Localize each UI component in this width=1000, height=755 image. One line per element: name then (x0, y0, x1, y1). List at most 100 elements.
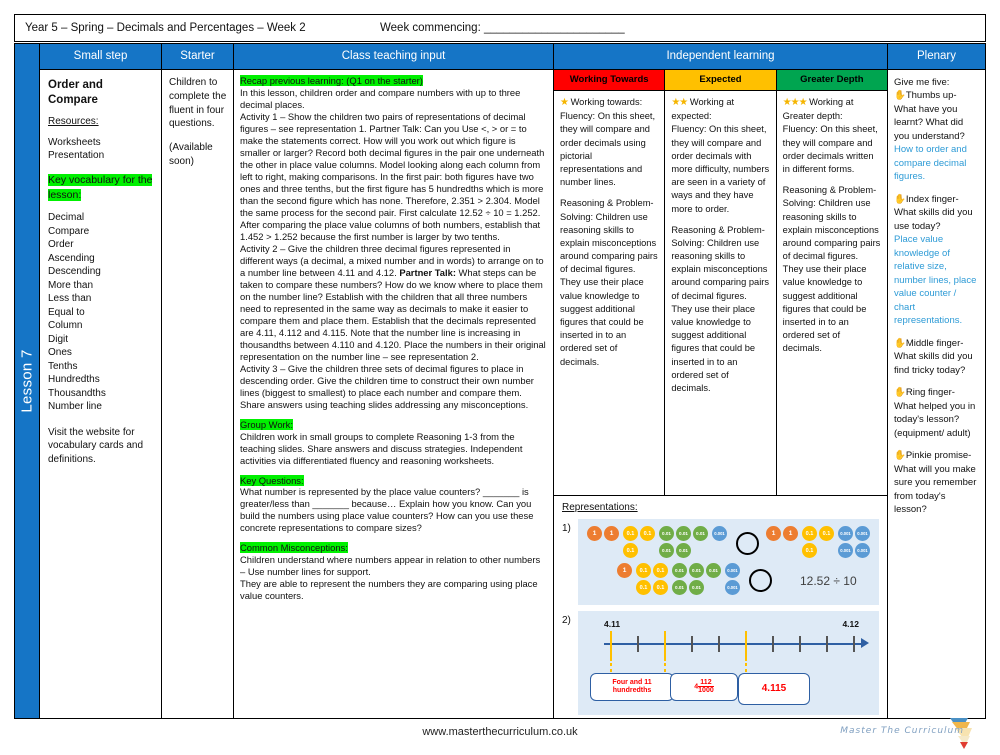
star-rating-icon: ★ (560, 97, 569, 108)
activity-2: Activity 2 – Give the children three dec… (240, 242, 546, 362)
document-header: Year 5 – Spring – Decimals and Percentag… (14, 14, 986, 42)
counter-one: 1 (766, 526, 781, 541)
counter-thousandth: 0.001 (855, 543, 870, 558)
band-header-greater-depth: Greater Depth (775, 70, 887, 90)
resources-heading: Resources: (48, 116, 99, 128)
counter-thousandth: 0.001 (838, 526, 853, 541)
plenary-question: What helped you in today's lesson? (equi… (894, 400, 976, 439)
plenary-finger-label: Middle finger- (905, 337, 964, 349)
plenary-item-thumbs-up: ✋Thumbs up- What have you learnt? What d… (894, 89, 980, 183)
column-independent-learning: Independent learning Working Towards Exp… (553, 44, 887, 718)
counter-one: 1 (783, 526, 798, 541)
counter-thousandth: 0.001 (838, 543, 853, 558)
counter-hundredth: 0.01 (676, 526, 691, 541)
plenary-question: What skills did you use today? (894, 207, 973, 232)
vocabulary-note: Visit the website for vocabulary cards a… (48, 426, 144, 465)
band-reasoning: Reasoning & Problem-Solving: Children us… (671, 224, 769, 393)
vocabulary-item: Number line (48, 401, 102, 413)
counter-group-left-2: 1 0.1 0.1 0.1 0.1 0.01 0.01 0.01 0.01 0.… (616, 562, 743, 596)
number-line-tick (637, 636, 639, 652)
vocabulary-item: Equal to (48, 306, 85, 318)
activity-1: Activity 1 – Show the children two pairs… (240, 110, 545, 242)
band-reasoning: Reasoning & Problem-Solving: Children us… (560, 198, 658, 367)
plenary-item-index-finger: ✋Index finger- What skills did you use t… (894, 193, 980, 328)
counter-group-right-1: 1 1 0.1 0.1 0.1 0.001 0.001 0.001 0.001 (765, 525, 873, 559)
counter-tenth: 0.1 (802, 543, 817, 558)
number-line-tick (853, 636, 855, 652)
plenary-question: What have you learnt? What did you under… (894, 103, 965, 142)
place-value-counters-diagram: 1 1 0.1 0.1 0.1 0.01 0.01 0.01 0.01 0.01… (578, 519, 879, 605)
number-line-arrow-icon (861, 638, 869, 648)
vocabulary-item: Descending (48, 266, 101, 278)
number-line-card-words[interactable]: Four and 11 hundredths (590, 673, 674, 702)
counter-tenth: 0.1 (623, 526, 638, 541)
band-content-expected: ★★ Working at expected: Fluency: On this… (664, 91, 775, 495)
number-line-connector (664, 657, 666, 673)
vocabulary-item: Less than (48, 293, 92, 305)
column-small-step: Small step Order and Compare Resources: … (39, 44, 161, 718)
small-step-title: Order and Compare (48, 79, 103, 106)
number-line-card-decimal[interactable]: 4.115 (738, 673, 810, 705)
counter-hundredth: 0.01 (689, 563, 704, 578)
comparison-circle-2[interactable] (749, 568, 772, 592)
band-fluency: Fluency: On this sheet, they will compar… (671, 124, 770, 214)
plenary-intro: Give me five: (894, 77, 950, 88)
group-work-text: Children work in small groups to complet… (240, 430, 523, 466)
group-work-heading: Group Work: (240, 418, 293, 430)
counter-hundredth: 0.01 (689, 580, 704, 595)
teaching-input-body: Recap previous learning: (Q1 on the star… (234, 70, 553, 718)
number-line-end-label: 4.12 (842, 619, 859, 629)
vocabulary-item: Order (48, 239, 74, 251)
resource-item: Presentation (48, 150, 105, 162)
number-line-tick (718, 636, 720, 652)
comparison-circle-1[interactable] (736, 531, 759, 555)
band-heading: Working towards: (570, 97, 643, 107)
division-expression: 12.52 ÷ 10 (800, 574, 857, 588)
column-header-independent-learning: Independent learning (554, 44, 887, 70)
counter-one: 1 (604, 526, 619, 541)
counter-tenth: 0.1 (653, 563, 668, 578)
brand-logo: Master The Curriculum (800, 716, 990, 750)
vocabulary-item: Ascending (48, 252, 95, 264)
column-header-teaching-input: Class teaching input (234, 44, 553, 70)
header-title: Year 5 – Spring – Decimals and Percentag… (25, 22, 306, 34)
star-rating-icon: ★★ (671, 97, 688, 108)
small-step-body: Order and Compare Resources: Worksheets … (40, 70, 161, 718)
star-rating-icon: ★★★ (782, 97, 808, 108)
band-reasoning: Reasoning & Problem-Solving: Children us… (782, 185, 881, 354)
counter-thousandth: 0.001 (855, 526, 870, 541)
key-questions-text: What number is represented by the place … (240, 486, 534, 534)
column-header-starter: Starter (162, 44, 233, 70)
vocabulary-item: Compare (48, 225, 90, 237)
counter-thousandth: 0.001 (712, 526, 727, 541)
plenary-question: What skills did you find tricky today? (894, 351, 973, 376)
number-line-tick (799, 636, 801, 652)
plenary-item-ring-finger: ✋Ring finger- What helped you in today's… (894, 386, 980, 440)
number-line-diagram: 4.11 4.12 Four and 11 hundredths 4 112 1… (578, 611, 879, 715)
counter-tenth: 0.1 (819, 526, 834, 541)
plenary-question: What will you make sure you remember fro… (894, 463, 977, 516)
misconceptions-heading: Common Misconceptions: (240, 542, 348, 554)
vocabulary-list: Decimal Compare Order Ascending Descendi… (48, 211, 155, 414)
counter-hundredth: 0.01 (676, 543, 691, 558)
number-line-card-fraction[interactable]: 4 112 1000 (670, 673, 738, 701)
number-line-connector (745, 657, 747, 673)
key-vocabulary-heading: Key vocabulary for the lesson: (48, 173, 153, 202)
counter-hundredth: 0.01 (672, 580, 687, 595)
counter-tenth: 0.1 (636, 580, 651, 595)
counter-group-left-1: 1 1 0.1 0.1 0.1 0.01 0.01 0.01 0.01 0.01… (586, 525, 730, 559)
misconception-2: They are able to represent the numbers t… (240, 578, 538, 602)
counter-thousandth: 0.001 (725, 563, 740, 578)
plenary-finger-label: Thumbs up- (905, 90, 957, 102)
representations-section: Representations: 1) 1 1 0.1 0.1 0.1 0.01… (554, 496, 887, 725)
plenary-answer: Place value knowledge of relative size, … (894, 234, 977, 327)
hand-icon: ✋ (894, 193, 906, 205)
counter-tenth: 0.1 (623, 543, 638, 558)
lesson-intro: In this lesson, children order and compa… (240, 86, 521, 110)
hand-icon: ✋ (894, 387, 906, 399)
plenary-finger-label: Pinkie promise- (905, 450, 972, 462)
band-header-expected: Expected (664, 70, 776, 90)
representations-title: Representations: (562, 502, 638, 513)
plenary-body: Give me five: ✋Thumbs up- What have you … (888, 70, 985, 718)
vocabulary-item: Ones (48, 347, 72, 359)
